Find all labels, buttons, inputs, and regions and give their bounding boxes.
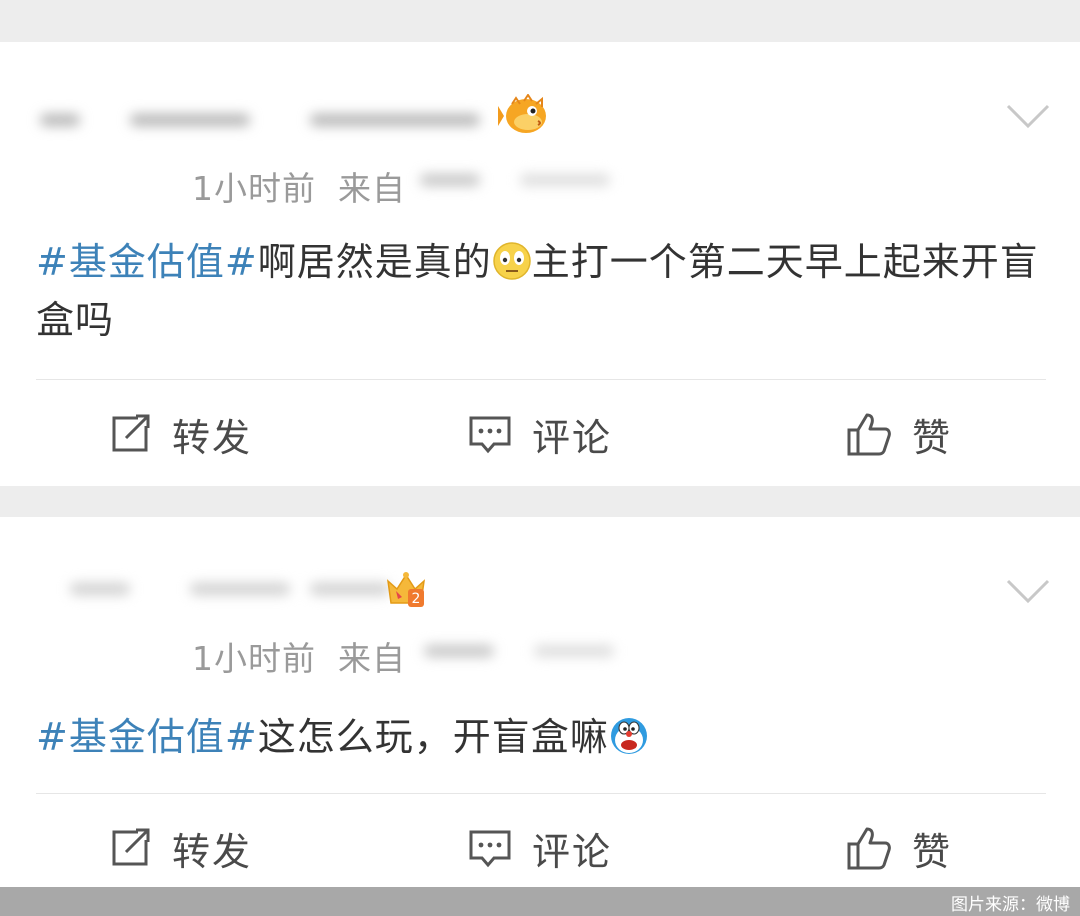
post-time: 1小时前 [192, 639, 316, 678]
like-label: 赞 [912, 415, 953, 460]
topic-hashtag[interactable]: #基金估值# [36, 715, 258, 759]
chevron-down-icon[interactable] [1006, 102, 1050, 130]
like-button[interactable]: 赞 [846, 409, 953, 460]
post-source-label: 来自 [338, 169, 406, 208]
username-redacted [40, 100, 500, 140]
repost-icon [112, 414, 150, 452]
image-credit: 图片来源：微博 [951, 895, 1070, 915]
pufferfish-badge-icon [498, 94, 546, 133]
username-redacted [40, 569, 500, 609]
post-meta: 1小时前 来自 [192, 162, 406, 210]
crown-level-2-badge-icon: 2 [386, 572, 426, 607]
divider [36, 793, 1046, 794]
post-text: #基金估值#这怎么玩，开盲盒嘛 [36, 708, 1046, 766]
thumbs-up-icon [847, 413, 891, 456]
post-text-part: 啊居然是真的 [257, 240, 492, 284]
source-redacted [424, 635, 654, 669]
grimace-emoji-icon [492, 242, 531, 280]
repost-label: 转发 [172, 415, 253, 460]
post-text: #基金估值#啊居然是真的 主打一个第二天早上起来开盲盒吗 [36, 233, 1046, 349]
topic-hashtag[interactable]: #基金估值# [36, 240, 258, 284]
image-credit-bar: 图片来源：微博 [0, 887, 1080, 916]
thumbs-up-icon [847, 827, 891, 870]
comment-label: 评论 [532, 415, 613, 460]
divider [36, 379, 1046, 380]
post-time: 1小时前 [192, 169, 316, 208]
weibo-post-card: 2 1小时前 来自 #基金估值#这怎么玩，开盲盒嘛 转发 评论 赞 [0, 517, 1080, 887]
post-text-part: 这怎么玩，开盲盒嘛 [257, 715, 609, 759]
comment-icon [469, 416, 511, 454]
repost-button[interactable]: 转发 [108, 823, 253, 874]
like-button[interactable]: 赞 [846, 823, 953, 874]
comment-label: 评论 [532, 829, 613, 874]
repost-icon [112, 828, 150, 866]
weibo-post-card: 1小时前 来自 #基金估值#啊居然是真的 主打一个第二天早上起来开盲盒吗 转发 评 [0, 42, 1080, 486]
svg-text:2: 2 [412, 591, 421, 607]
doraemon-emoji-icon [610, 718, 647, 754]
source-redacted [420, 164, 650, 198]
like-label: 赞 [912, 829, 953, 874]
post-source-label: 来自 [338, 639, 406, 678]
chevron-down-icon[interactable] [1006, 577, 1050, 605]
comment-button[interactable]: 评论 [468, 823, 613, 874]
repost-button[interactable]: 转发 [108, 409, 253, 460]
repost-label: 转发 [172, 829, 253, 874]
comment-icon [469, 830, 511, 868]
comment-button[interactable]: 评论 [468, 409, 613, 460]
post-meta: 1小时前 来自 [192, 632, 406, 680]
